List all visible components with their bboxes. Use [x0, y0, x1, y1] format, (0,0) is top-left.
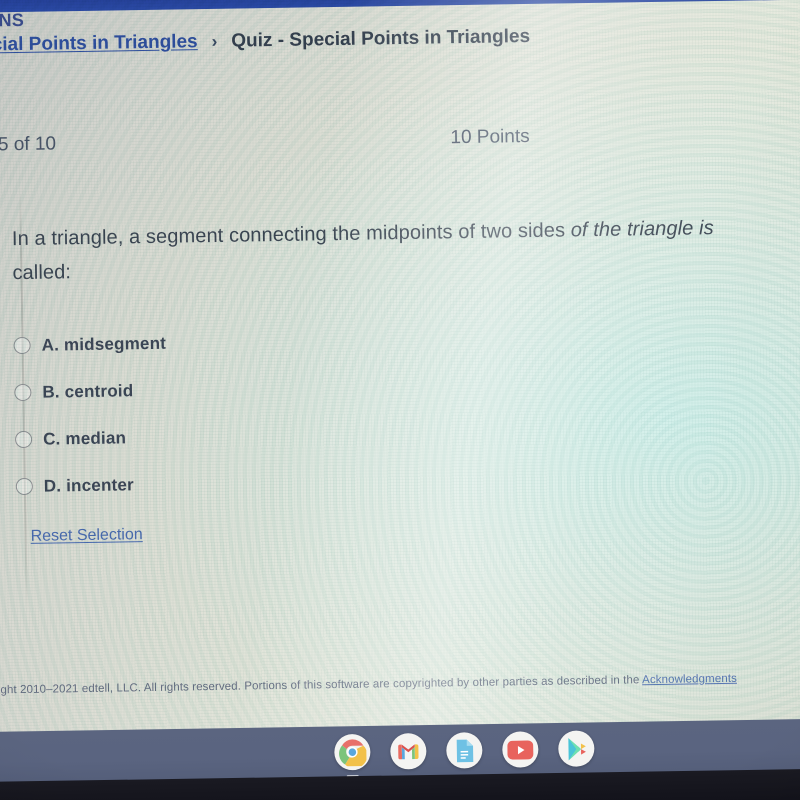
question-counter: stion 5 of 10	[0, 133, 57, 156]
answer-option-c-label: C. median	[42, 427, 127, 449]
answer-option-d-label: D. incenter	[43, 474, 135, 496]
breadcrumb: Special Points in Triangles › Quiz - Spe…	[0, 26, 530, 57]
answer-option-b[interactable]: B. centroid	[14, 363, 435, 417]
quiz-page: Special Points in Triangles › Quiz - Spe…	[0, 0, 800, 712]
play-store-icon[interactable]	[558, 730, 595, 767]
acknowledgments-link[interactable]: Acknowledgments	[642, 673, 737, 686]
answer-options-list: A. midsegment B. centroid C. median D. i…	[13, 316, 436, 511]
answer-option-a[interactable]: A. midsegment	[13, 316, 434, 370]
radio-button-a[interactable]	[13, 336, 31, 355]
chrome-icon[interactable]	[334, 733, 371, 778]
footer-copyright-text: opyright 2010–2021 edtell, LLC. All righ…	[0, 674, 643, 697]
gmail-icon[interactable]	[390, 733, 427, 770]
radio-button-c[interactable]	[14, 430, 33, 449]
answer-option-c[interactable]: C. median	[14, 410, 436, 464]
google-docs-icon[interactable]	[446, 732, 483, 769]
answer-option-a-label: A. midsegment	[41, 333, 167, 355]
laptop-screen: NS Special Points in Triangles › Quiz - …	[0, 0, 800, 751]
question-prompt-part1: In a triangle, a segment connecting the …	[11, 219, 571, 251]
photo-of-screen: NS Special Points in Triangles › Quiz - …	[0, 0, 800, 800]
footer-copyright: opyright 2010–2021 edtell, LLC. All righ…	[0, 671, 800, 697]
reset-selection-link[interactable]: Reset Selection	[30, 526, 142, 546]
radio-button-b[interactable]	[14, 383, 32, 402]
taskbar-icon-group	[334, 730, 595, 778]
question-prompt-emphasis: of the triangle is	[570, 217, 714, 242]
answer-option-d[interactable]: D. incenter	[15, 457, 436, 511]
question-prompt: In a triangle, a segment connecting the …	[12, 210, 783, 290]
breadcrumb-current-page: Quiz - Special Points in Triangles	[231, 25, 531, 52]
youtube-icon[interactable]	[502, 731, 539, 768]
chevron-right-icon: ›	[211, 31, 218, 51]
answer-option-b-label: B. centroid	[42, 380, 134, 402]
question-points: 10 Points	[450, 125, 530, 149]
breadcrumb-parent-link[interactable]: Special Points in Triangles	[0, 31, 198, 57]
question-prompt-part3: called:	[12, 261, 72, 285]
radio-button-d[interactable]	[15, 477, 33, 496]
